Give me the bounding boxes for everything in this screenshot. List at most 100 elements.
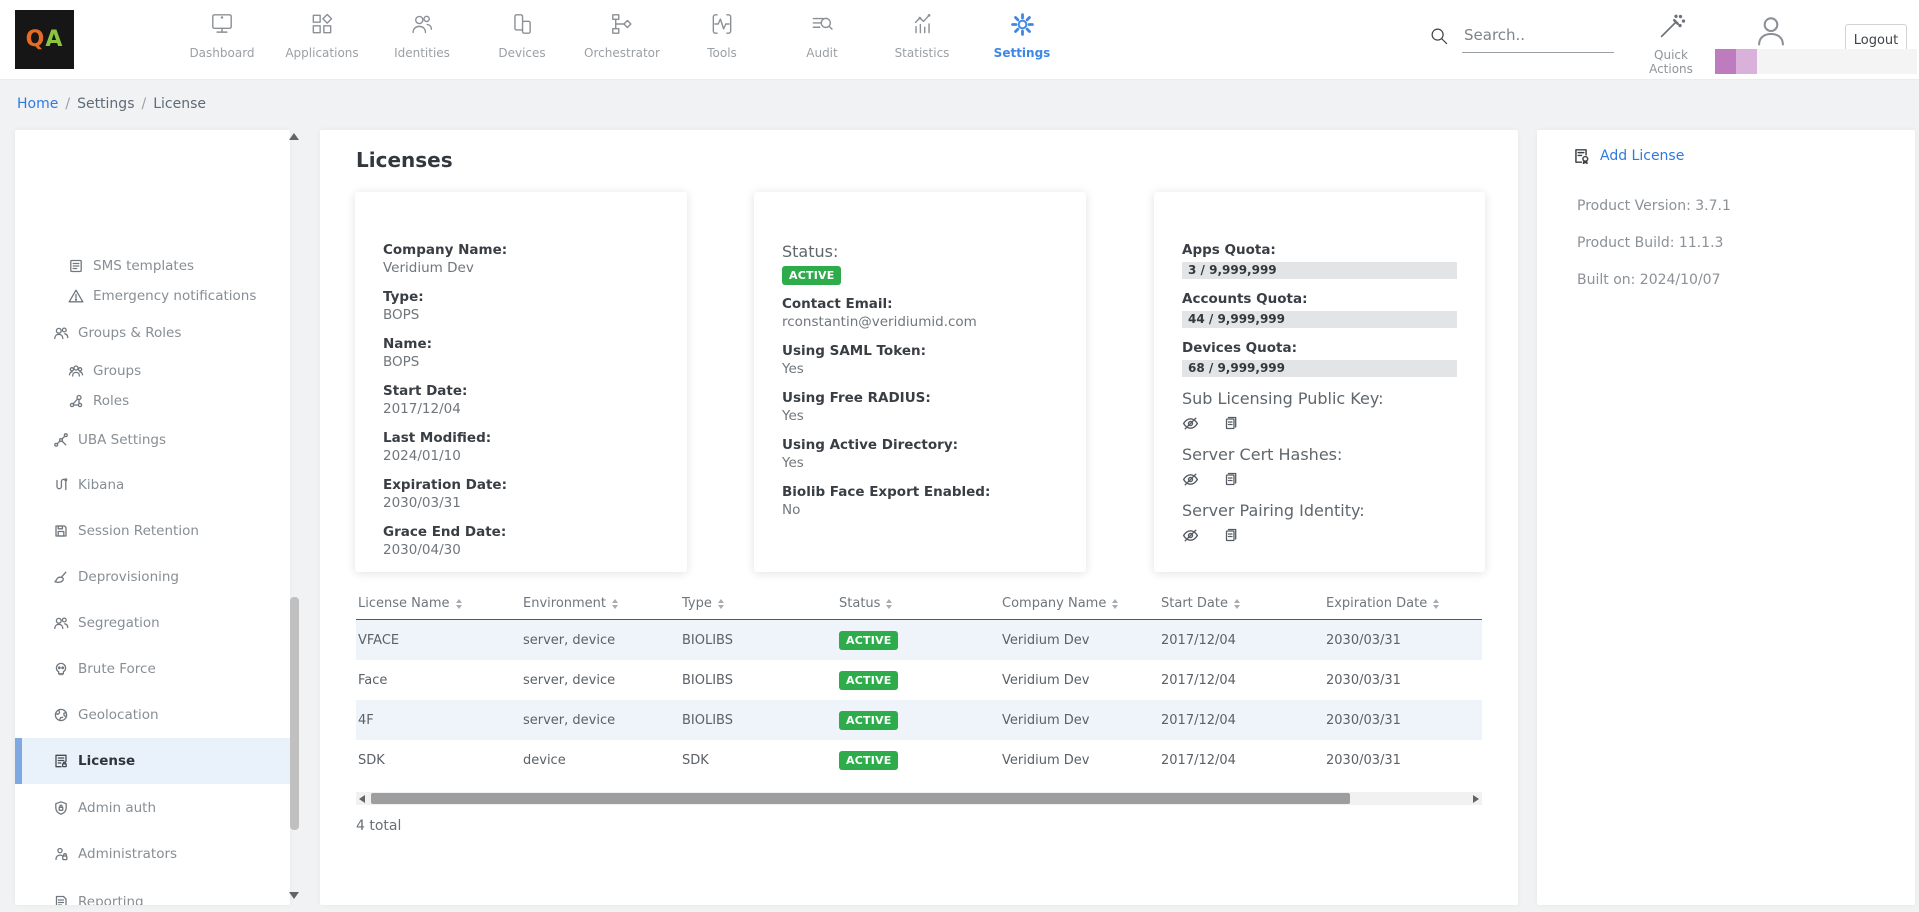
- sidebar-item-label: Admin auth: [78, 800, 156, 816]
- clipboard-copy-icon[interactable]: [1223, 527, 1239, 544]
- nav-statistics[interactable]: Statistics: [872, 7, 972, 73]
- scroll-left-arrow[interactable]: [359, 795, 365, 803]
- cell-company-name: Veridium Dev: [1002, 673, 1161, 688]
- horizontal-scrollbar-thumb[interactable]: [371, 793, 1350, 804]
- license-quota-card: Apps Quota:3 / 9,999,999 Accounts Quota:…: [1154, 192, 1485, 572]
- sidebar-item-sms-templates[interactable]: SMS templates: [15, 250, 290, 282]
- nav-applications[interactable]: Applications: [272, 7, 372, 73]
- table-row[interactable]: Face server, device BIOLIBS ACTIVE Verid…: [356, 660, 1482, 700]
- monitor-icon: [209, 7, 235, 41]
- sidebar-item-administrators[interactable]: Administrators: [15, 838, 290, 870]
- breadcrumb-license: License: [153, 96, 206, 112]
- sidebar-item-groups[interactable]: Groups: [15, 355, 290, 387]
- table-row[interactable]: 4F server, device BIOLIBS ACTIVE Veridiu…: [356, 700, 1482, 740]
- cell-expiration-date: 2030/03/31: [1326, 633, 1482, 648]
- field-label: Start Date:: [383, 383, 659, 400]
- cell-start-date: 2017/12/04: [1161, 753, 1326, 768]
- field-value: 2024/01/10: [383, 447, 659, 465]
- logo-letter-a: A: [45, 27, 63, 52]
- role-network-icon: [68, 393, 85, 409]
- sidebar-scroll-up-arrow[interactable]: [289, 133, 299, 140]
- user-avatar-icon[interactable]: [1752, 12, 1790, 50]
- nav-audit[interactable]: Audit: [772, 7, 872, 73]
- column-header-start-date[interactable]: Start Date: [1161, 596, 1326, 611]
- sidebar-item-session-retention[interactable]: Session Retention: [15, 515, 290, 547]
- cell-environment: server, device: [523, 633, 682, 648]
- column-header-label: License Name: [358, 596, 450, 611]
- field-label: Using SAML Token:: [782, 343, 1058, 360]
- cell-type: BIOLIBS: [682, 713, 839, 728]
- column-header-label: Status: [839, 596, 880, 611]
- clipboard-copy-icon[interactable]: [1223, 471, 1239, 488]
- sidebar-scroll-down-arrow[interactable]: [289, 892, 299, 899]
- main-nav: Dashboard Applications Identities Device…: [172, 7, 1072, 73]
- breadcrumb-separator: /: [141, 96, 146, 112]
- quota-progress-bar: 68 / 9,999,999: [1182, 360, 1457, 377]
- sidebar-item-license[interactable]: License: [15, 738, 290, 784]
- field-value: 2030/03/31: [383, 494, 659, 512]
- sidebar-item-deprovisioning[interactable]: Deprovisioning: [15, 561, 290, 593]
- product-build: Product Build: 11.1.3: [1577, 235, 1723, 251]
- field-value: 2030/04/30: [383, 541, 659, 559]
- breadcrumb-home[interactable]: Home: [17, 96, 58, 112]
- column-header-status[interactable]: Status: [839, 596, 1002, 611]
- sidebar-item-kibana[interactable]: Kibana: [15, 469, 290, 501]
- cell-company-name: Veridium Dev: [1002, 753, 1161, 768]
- column-header-license-name[interactable]: License Name: [356, 596, 523, 611]
- field-value: BOPS: [383, 306, 659, 324]
- nav-dashboard[interactable]: Dashboard: [172, 7, 272, 73]
- sidebar-item-roles[interactable]: Roles: [15, 385, 290, 417]
- cell-company-name: Veridium Dev: [1002, 713, 1161, 728]
- nav-label: Tools: [707, 46, 737, 60]
- nav-tools[interactable]: Tools: [672, 7, 772, 73]
- field-value: Yes: [782, 454, 1058, 472]
- scroll-right-arrow[interactable]: [1473, 795, 1479, 803]
- quota-progress-bar: 44 / 9,999,999: [1182, 311, 1457, 328]
- breadcrumb-settings[interactable]: Settings: [77, 96, 134, 112]
- table-row[interactable]: SDK device SDK ACTIVE Veridium Dev 2017/…: [356, 740, 1482, 780]
- nav-identities[interactable]: Identities: [372, 7, 472, 73]
- sidebar-item-emergency-notifications[interactable]: Emergency notifications: [15, 280, 290, 312]
- sidebar-item-brute-force[interactable]: Brute Force: [15, 653, 290, 685]
- sidebar-item-reporting[interactable]: Reporting: [15, 886, 290, 905]
- status-badge: ACTIVE: [782, 266, 841, 285]
- eye-off-icon[interactable]: [1182, 527, 1199, 544]
- column-header-expiration-date[interactable]: Expiration Date: [1326, 596, 1482, 611]
- search-input[interactable]: [1462, 22, 1614, 53]
- nav-devices[interactable]: Devices: [472, 7, 572, 73]
- field-label: Expiration Date:: [383, 477, 659, 494]
- quota-progress-bar: 3 / 9,999,999: [1182, 262, 1457, 279]
- sort-icon: [612, 599, 618, 609]
- column-header-type[interactable]: Type: [682, 596, 839, 611]
- nav-label: Settings: [994, 46, 1051, 60]
- sidebar-scrollbar-thumb[interactable]: [290, 597, 299, 830]
- column-header-environment[interactable]: Environment: [523, 596, 682, 611]
- field-label: Contact Email:: [782, 296, 1058, 313]
- cell-start-date: 2017/12/04: [1161, 633, 1326, 648]
- column-header-label: Start Date: [1161, 596, 1228, 611]
- add-license-button[interactable]: Add License: [1572, 147, 1684, 165]
- table-row[interactable]: VFACE server, device BIOLIBS ACTIVE Veri…: [356, 620, 1482, 660]
- nav-settings[interactable]: Settings: [972, 7, 1072, 73]
- eye-off-icon[interactable]: [1182, 415, 1199, 432]
- nav-label: Devices: [498, 46, 545, 60]
- nav-orchestrator[interactable]: Orchestrator: [572, 7, 672, 73]
- sidebar-item-uba-settings[interactable]: UBA Settings: [15, 424, 290, 456]
- quick-actions-button[interactable]: Quick Actions: [1636, 12, 1706, 76]
- app-grid-icon: [309, 7, 335, 41]
- sidebar-item-geolocation[interactable]: Geolocation: [15, 699, 290, 731]
- sidebar-item-groups-roles[interactable]: Groups & Roles: [15, 317, 290, 349]
- secret-label: Server Pairing Identity:: [1182, 501, 1457, 520]
- app-logo[interactable]: QA: [15, 10, 74, 69]
- status-badge: ACTIVE: [839, 671, 898, 690]
- sidebar-item-segregation[interactable]: Segregation: [15, 607, 290, 639]
- sidebar-item-admin-auth[interactable]: Admin auth: [15, 792, 290, 824]
- eye-off-icon[interactable]: [1182, 471, 1199, 488]
- column-header-company-name[interactable]: Company Name: [1002, 596, 1161, 611]
- warning-triangle-icon: [68, 288, 85, 304]
- clipboard-copy-icon[interactable]: [1223, 415, 1239, 432]
- license-status-card: Status: ACTIVE Contact Email:rconstantin…: [754, 192, 1086, 572]
- breadcrumb-separator: /: [65, 96, 70, 112]
- cell-start-date: 2017/12/04: [1161, 713, 1326, 728]
- cell-license-name: SDK: [356, 753, 523, 768]
